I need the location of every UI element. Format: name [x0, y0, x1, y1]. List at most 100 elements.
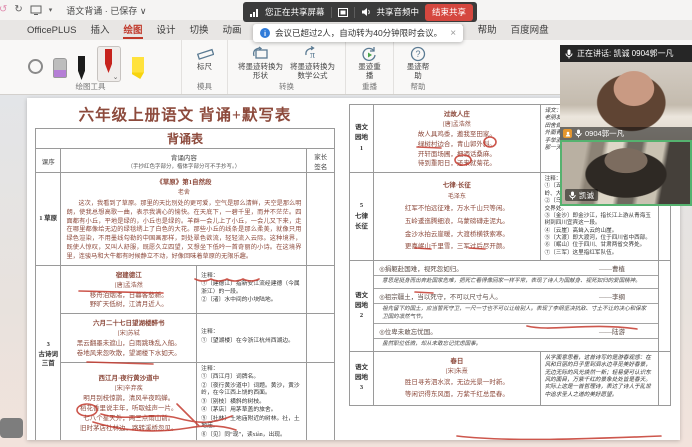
poem-notes: 注释： ①〔西江月〕词牌名。 ②〔夜行黄沙道中〕词题。黄沙，黄沙岭，在今江西上饶…: [197, 362, 307, 440]
quick-access-toolbar: ↺ ↻ ▾: [2, 5, 52, 15]
poem-line: 旧时茅店社林边，路转溪桥忽见。: [61, 424, 196, 437]
speaking-indicator-bar: 正在讲话: 凯诚 0904郭一凡: [560, 45, 692, 62]
caoyuan-title: 《草原》第1自然段: [61, 173, 306, 186]
label-changzheng: 5 七律 长征: [350, 173, 374, 261]
caoyuan-body: 这次，我看到了草原。那里的天比别处的更可爱，空气是那么清鲜，天空是那么明朗，使我…: [61, 198, 306, 265]
page-title: 六年级上册语文 背诵+默写表: [35, 103, 335, 125]
poem-author: [唐]孟浩然: [374, 118, 540, 130]
participant-name-bar: 0904郭一凡: [560, 127, 692, 140]
order-caoyuan: 1 草原: [36, 173, 61, 266]
redo-icon[interactable]: ↻: [14, 5, 22, 15]
poem-line: 等闲识得东风面，万紫千红总是春。: [374, 389, 540, 404]
speaker-icon: [361, 7, 371, 17]
label-unit3: 语文 园地 3: [350, 351, 374, 405]
col-header-sign: 家长 签名: [307, 149, 335, 173]
mic-icon: [565, 49, 573, 59]
notice-close-button[interactable]: ×: [450, 28, 456, 39]
quote-line: ◎祖宗疆土，当以死守，不可以尺寸与人。——李纲: [374, 289, 658, 303]
meeting-notice: i 会议已超过2人，自动转为40分钟限时会议。 ×: [253, 24, 463, 42]
quote-line: ◎捐躯赴国难，视死忽如归。——曹植: [374, 261, 658, 275]
col-header-order: 课序: [36, 149, 61, 173]
ink-to-math-icon: π: [302, 46, 324, 61]
table-row-poem-2: 六月二十七日望湖楼醉书 [宋]苏轼 黑云翻墨未遮山，白雨跳珠乱入船。 卷地风来忽…: [36, 314, 335, 363]
speaking-text: 正在讲话: 凯诚 0904郭一凡: [577, 48, 673, 59]
group-label-replay: 重播: [346, 81, 393, 92]
poem-line: 故人具鸡黍，邀我至田家。: [374, 130, 540, 140]
recite-table-caption: 背诵表: [36, 129, 335, 149]
lasso-select-icon[interactable]: [28, 59, 43, 74]
group-drawing-tools: ⌄ 绘图工具: [0, 40, 182, 94]
black-pen-tool[interactable]: [77, 56, 87, 80]
poem-title: 六月二十七日望湖楼醉书: [61, 314, 196, 327]
mic-icon: [575, 129, 582, 138]
table-row-poem-3: 西江月·夜行黄沙道中 [宋]辛弃疾 明月别枝惊鹊，清风半夜鸣蝉。 稻花香里说丰年…: [36, 362, 335, 440]
red-pen-tool-selected[interactable]: ⌄: [97, 46, 121, 82]
red-pen-icon: [104, 49, 114, 73]
yellow-highlighter-tool[interactable]: [131, 57, 146, 79]
order-gushici: 3 古诗词 三首: [36, 265, 61, 440]
quote-explanation: 祖先留下的国土，应当誓死守卫，一尺一寸也不可以让给别人。表现了李纲坚决抗敌、寸土…: [374, 303, 658, 324]
table-row-poem-1: 3 古诗词 三首 宿建德江 [唐]孟浩然 移舟泊烟渚，日暮客愁新。 野旷天低树，…: [36, 265, 335, 314]
ink-to-shape-button[interactable]: 将墨迹转换为形状: [235, 44, 287, 80]
poem-line: 移舟泊烟渚，日暮客愁新。: [61, 291, 196, 301]
participant-name-tag: 凯诚: [565, 189, 598, 201]
ruler-button[interactable]: 标尺: [193, 44, 217, 72]
tab-animations[interactable]: 动画: [216, 19, 249, 40]
tab-help[interactable]: 帮助: [471, 19, 504, 40]
ink-cursor-icon: ↺: [0, 5, 7, 15]
signal-icon: [250, 8, 259, 17]
poem-title: 西江月·夜行黄沙道中: [61, 369, 196, 382]
slideshow-icon[interactable]: [30, 5, 42, 15]
poem-line: 待到重阳日，还来就菊花。: [374, 159, 540, 172]
poem-line: 七八个星天外，两三点雨山前。: [61, 414, 196, 424]
recite-table: 背诵表 课序 背诵内容 （手抄红色字部分，楷体字部分可不手抄写。） 家长 签名 …: [35, 128, 335, 440]
poem-line: 更喜岷山千里雪，三军过后尽开颜。: [374, 241, 540, 257]
poem-author: [唐]孟浩然: [61, 279, 196, 291]
ruler-icon: [196, 47, 214, 61]
host-badge-icon: [563, 129, 572, 138]
group-help: ? 墨迹帮助 帮助: [394, 40, 442, 94]
poem-analysis: 从字面意思看，这首诗写的是游春观感：在风和日丽的日子里到泗水边寻觅美好春景，无边…: [540, 351, 658, 405]
group-convert: 将墨迹转换为形状 π 将墨迹转换为数学公式 转换: [228, 40, 346, 94]
poem-title: 过故人庄: [374, 105, 540, 118]
poem-author: [宋]辛弃疾: [61, 382, 196, 394]
pen-dropdown-icon[interactable]: ⌄: [113, 73, 119, 81]
tab-insert[interactable]: 插入: [83, 19, 116, 40]
poem-title: 春日: [374, 352, 540, 365]
poem-title: 宿建德江: [61, 266, 196, 279]
svg-text:π: π: [310, 50, 315, 61]
poem-title: 七律·长征: [374, 176, 540, 189]
caoyuan-author: 老舍: [61, 186, 306, 198]
poem-line: 红军不怕远征难，万水千山只等闲。: [374, 203, 540, 216]
tab-draw[interactable]: 绘图: [116, 19, 149, 40]
share-window-icon[interactable]: [338, 8, 348, 17]
poem-line: 开轩面场圃，把酒话桑麻。: [374, 150, 540, 160]
tab-design[interactable]: 设计: [150, 19, 183, 40]
label-unit1: 语文 园地 1: [350, 105, 374, 173]
tab-officeplus[interactable]: OfficePLUS: [20, 22, 83, 40]
col-header-content: 背诵内容 （手抄红色字部分，楷体字部分可不手抄写。）: [61, 149, 307, 173]
video-tile-participant-1[interactable]: 0904郭一凡: [560, 62, 692, 140]
hidden-dock-tab[interactable]: [0, 418, 23, 438]
ink-replay-button[interactable]: 墨迹重播: [358, 44, 382, 80]
group-replay: 墨迹重播 重播: [346, 40, 394, 94]
poem-line: 黑云翻墨未遮山，白雨跳珠乱入船。: [61, 339, 196, 349]
ink-to-shape-icon: [251, 46, 271, 61]
info-icon: i: [260, 28, 270, 38]
document-title[interactable]: 语文背诵 · 已保存 ∨: [66, 4, 146, 17]
tab-baidu-netdisk[interactable]: 百度网盘: [504, 19, 556, 40]
tab-transitions[interactable]: 切换: [183, 19, 216, 40]
video-tile-participant-2[interactable]: 凯诚: [560, 140, 692, 206]
svg-text:?: ?: [416, 49, 421, 59]
poem-line: 野旷天低树，江清月近人。: [61, 300, 196, 313]
sharing-status-text: 您正在共享屏幕: [265, 6, 325, 18]
participant-name: 凯诚: [579, 190, 594, 201]
ink-help-icon: ?: [410, 46, 426, 62]
audio-sharing-text: 共享音频中: [377, 6, 420, 18]
ink-help-button[interactable]: ? 墨迹帮助: [406, 44, 430, 80]
stop-share-button[interactable]: 结束共享: [425, 4, 473, 21]
qat-dropdown-icon[interactable]: ▾: [49, 7, 53, 14]
label-unit2: 语文 园地 2: [350, 261, 374, 352]
ink-to-math-button[interactable]: π 将墨迹转换为数学公式: [287, 44, 339, 80]
eraser-tool[interactable]: [53, 58, 67, 78]
